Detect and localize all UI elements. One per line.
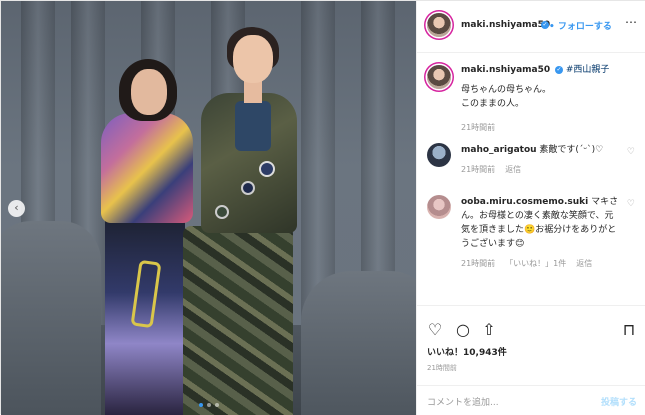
comment-item: ooba.miru.cosmemo.suki マキさん。お母様との凄く素敵な笑顔… [427, 195, 639, 305]
add-comment-bar: コメントを追加... 投稿する [417, 385, 645, 415]
comment-input[interactable]: コメントを追加... [427, 395, 499, 408]
comment-icon[interactable]: ○ [453, 320, 473, 340]
post-comment-button[interactable]: 投稿する [601, 395, 637, 408]
likes-count[interactable]: いいね！10,943件 [427, 345, 507, 358]
jacket-patch [215, 205, 229, 219]
carousel-dot [198, 403, 203, 407]
avatar[interactable] [427, 195, 451, 219]
avatar[interactable] [427, 13, 451, 37]
daughter-face [233, 35, 273, 83]
daughter-top [235, 101, 271, 151]
share-icon[interactable]: ⇧ [479, 320, 499, 340]
avatar[interactable] [427, 65, 451, 89]
verified-icon: ✓ [541, 21, 549, 29]
caption-line: 母ちゃんの母ちゃん。 [461, 85, 552, 95]
header-username[interactable]: maki.nshiyama50 [461, 20, 550, 30]
comment-text: 素敵です(´ᵕ`)♡ [539, 145, 604, 155]
follow-label: フォローする [557, 22, 612, 32]
jacket-patch [259, 161, 275, 177]
jacket-patch [241, 181, 255, 195]
reply-button[interactable]: 返信 [505, 165, 521, 174]
comment-like-icon[interactable]: ♡ [627, 199, 635, 209]
carousel-dot [206, 403, 211, 407]
post-timestamp[interactable]: 21時間前 [427, 363, 457, 373]
comment-username[interactable]: ooba.miru.cosmemo.suki [461, 197, 588, 207]
covered-furniture-right [301, 271, 416, 415]
carousel-dot [214, 403, 219, 407]
comment-like-icon[interactable]: ♡ [627, 147, 635, 157]
comment-username[interactable]: maho_arigatou [461, 145, 537, 155]
more-icon[interactable]: ⋯ [625, 15, 637, 29]
reply-button[interactable]: 返信 [576, 259, 592, 268]
caption: maki.nshiyama50 ✓ #西山親子 母ちゃんの母ちゃん。 このままの… [427, 63, 639, 133]
post-header: maki.nshiyama50 ✓ • フォローする ⋯ [417, 1, 645, 53]
caption-time[interactable]: 21時間前 [461, 123, 495, 132]
bookmark-icon[interactable]: ⊓ [619, 320, 639, 340]
comment-time[interactable]: 21時間前 [461, 259, 495, 268]
caption-line: このままの人。 [461, 99, 525, 109]
carousel-dots [1, 403, 416, 407]
daughter-pants [183, 226, 293, 415]
comment-likes[interactable]: 「いいね！」1件 [505, 259, 566, 268]
hashtag-link[interactable]: #西山親子 [566, 65, 610, 75]
avatar[interactable] [427, 143, 451, 167]
verified-icon: ✓ [555, 65, 563, 74]
post-sidebar: maki.nshiyama50 ✓ • フォローする ⋯ maki.nshiya… [416, 1, 645, 415]
prev-arrow-icon[interactable]: ‹ [8, 200, 25, 217]
post-photo[interactable]: ‹ [1, 1, 416, 415]
mother-skirt [105, 211, 185, 415]
heart-icon[interactable]: ♡ [425, 320, 445, 340]
comment-time[interactable]: 21時間前 [461, 165, 495, 174]
separator: • [549, 22, 555, 32]
comment-body: ooba.miru.cosmemo.suki マキさん。お母様との凄く素敵な笑顔… [461, 195, 621, 271]
caption-body: maki.nshiyama50 ✓ #西山親子 母ちゃんの母ちゃん。 このままの… [461, 63, 621, 135]
mother-top [101, 113, 193, 223]
comment-item: maho_arigatou 素敵です(´ᵕ`)♡ 21時間前 返信 ♡ [427, 143, 639, 191]
action-bar: ♡ ○ ⇧ ⊓ いいね！10,943件 21時間前 [417, 305, 645, 385]
instagram-post: ‹ maki.nshiyama50 ✓ • フォローする ⋯ maki.nshi… [0, 0, 645, 415]
comments-list: maki.nshiyama50 ✓ #西山親子 母ちゃんの母ちゃん。 このままの… [417, 53, 645, 305]
follow-button[interactable]: • フォローする [549, 19, 612, 32]
comment-body: maho_arigatou 素敵です(´ᵕ`)♡ 21時間前 返信 [461, 143, 621, 177]
caption-username[interactable]: maki.nshiyama50 [461, 65, 550, 75]
covered-furniture-left [1, 221, 101, 415]
mother-face [131, 69, 167, 115]
